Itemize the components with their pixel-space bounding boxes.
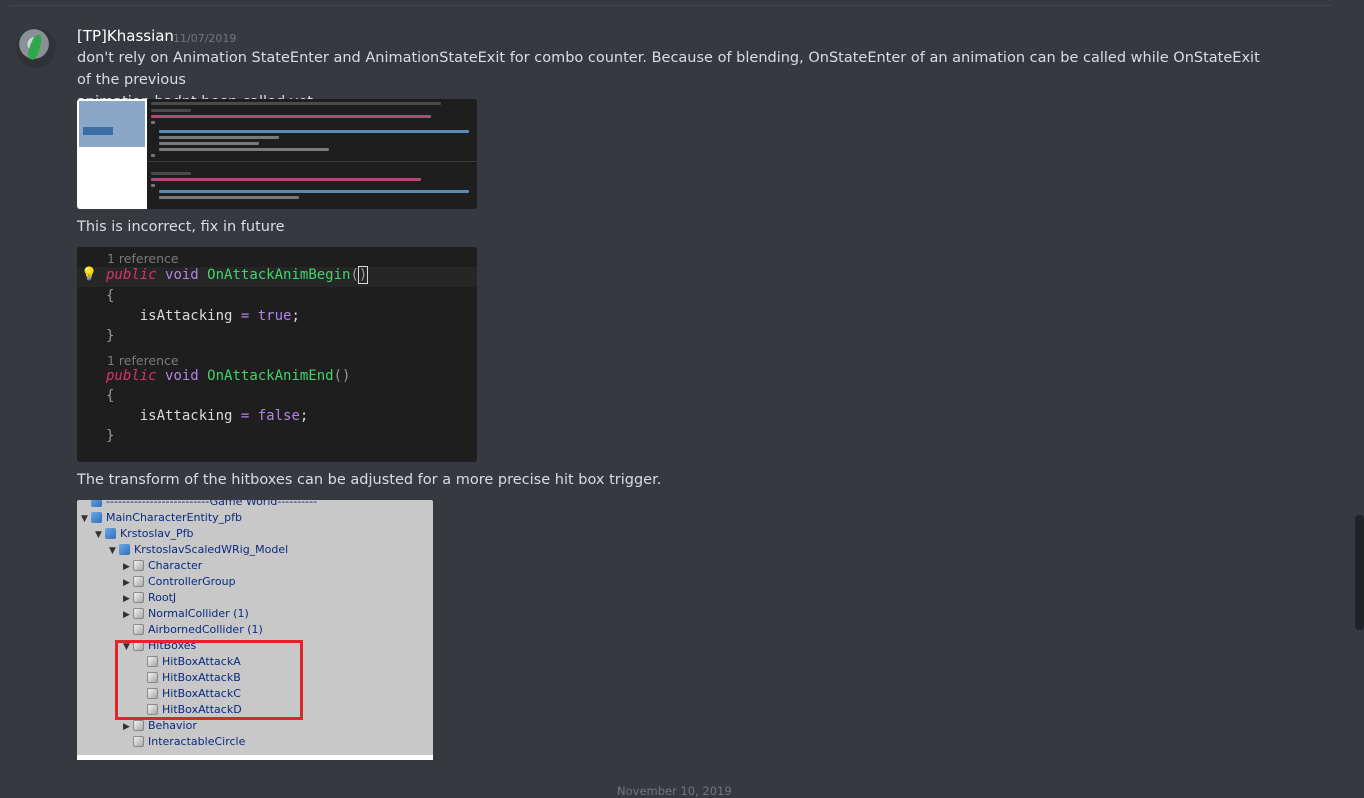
code-line-assign-true: isAttacking = true; [139, 308, 300, 324]
date-divider: November 10, 2019 [617, 784, 732, 798]
message-text-3: The transform of the hitboxes can be adj… [77, 472, 662, 488]
hierarchy-item-label: Behavior [148, 719, 197, 732]
hierarchy-item[interactable]: InteractableCircle [123, 734, 245, 750]
hierarchy-item-label: AirbornedCollider (1) [148, 623, 263, 636]
hierarchy-item[interactable]: AirbornedCollider (1) [123, 622, 263, 638]
message-timestamp: 11/07/2019 [173, 32, 237, 45]
gameobject-cube-icon [91, 500, 102, 507]
collapse-arrow-icon[interactable]: ▶ [123, 559, 133, 575]
hierarchy-item[interactable]: --------------------------Game World----… [81, 500, 317, 510]
thumbnail-side-panel [77, 99, 147, 209]
message-line-1: don't rely on Animation StateEnter and A… [77, 50, 1260, 88]
lightbulb-icon: 💡 [81, 267, 98, 282]
expand-arrow-icon[interactable]: ▼ [81, 511, 91, 527]
hierarchy-item[interactable]: ▶ ControllerGroup [123, 574, 236, 590]
hierarchy-item-label: Character [148, 559, 203, 572]
gameobject-cube-icon [133, 736, 144, 747]
hierarchy-item[interactable]: ▼ MainCharacterEntity_pfb [81, 510, 242, 526]
gameobject-cube-icon [105, 528, 116, 539]
code-line-brace: } [106, 428, 115, 444]
message-divider [10, 5, 1332, 6]
hierarchy-item-label: ControllerGroup [148, 575, 236, 588]
avatar[interactable] [16, 28, 56, 68]
collapse-arrow-icon[interactable]: ▶ [123, 591, 133, 607]
hierarchy-item[interactable]: ▼ Krstoslav_Pfb [95, 526, 194, 542]
code-line-brace: { [106, 288, 115, 304]
code-line-brace: { [106, 388, 115, 404]
attachment-image-code-snippet[interactable]: 💡 1 reference public void OnAttackAnimBe… [77, 247, 477, 462]
gameobject-cube-icon [133, 720, 144, 731]
code-line-assign-false: isAttacking = false; [139, 408, 309, 424]
gameobject-cube-icon [133, 624, 144, 635]
gameobject-cube-icon [133, 576, 144, 587]
scrollbar-thumb[interactable] [1355, 515, 1364, 630]
gameobject-cube-icon [133, 608, 144, 619]
code-line-method-begin: public void OnAttackAnimBegin() [106, 266, 369, 284]
hierarchy-item-label: Krstoslav_Pfb [120, 527, 194, 540]
gameobject-cube-icon [119, 544, 130, 555]
code-line-brace: } [106, 328, 115, 344]
hierarchy-item-label: InteractableCircle [148, 735, 246, 748]
hierarchy-item-label: RootJ [148, 591, 177, 604]
hierarchy-item-label: NormalCollider (1) [148, 607, 249, 620]
image-bottom-strip [77, 755, 433, 760]
code-lens-reference: 1 reference [107, 251, 179, 266]
hierarchy-item[interactable]: ▶ Behavior [123, 718, 197, 734]
hierarchy-item-label: --------------------------Game World----… [106, 500, 318, 508]
collapse-arrow-icon[interactable]: ▶ [123, 607, 133, 623]
author-name[interactable]: [TP]Khassian [77, 27, 174, 45]
hierarchy-item-label: KrstoslavScaledWRig_Model [134, 543, 289, 556]
hierarchy-item[interactable]: ▶ RootJ [123, 590, 176, 606]
highlight-annotation-box [115, 640, 303, 720]
message-text-2: This is incorrect, fix in future [77, 219, 285, 235]
collapse-arrow-icon[interactable]: ▶ [123, 719, 133, 735]
gameobject-cube-icon [91, 512, 102, 523]
code-lens-reference: 1 reference [107, 353, 179, 368]
hierarchy-item[interactable]: ▶ Character [123, 558, 202, 574]
attachment-image-hierarchy[interactable]: --------------------------Game World----… [77, 500, 433, 760]
expand-arrow-icon[interactable]: ▼ [95, 527, 105, 543]
collapse-arrow-icon[interactable]: ▶ [123, 575, 133, 591]
gameobject-cube-icon [133, 592, 144, 603]
hierarchy-item-label: MainCharacterEntity_pfb [106, 511, 243, 524]
code-line-method-end: public void OnAttackAnimEnd() [106, 368, 351, 384]
hierarchy-item[interactable]: ▶ NormalCollider (1) [123, 606, 249, 622]
hierarchy-item[interactable]: ▼ KrstoslavScaledWRig_Model [109, 542, 288, 558]
gameobject-cube-icon [133, 560, 144, 571]
attachment-image-code-screenshot[interactable] [77, 99, 477, 209]
expand-arrow-icon[interactable]: ▼ [109, 543, 119, 559]
